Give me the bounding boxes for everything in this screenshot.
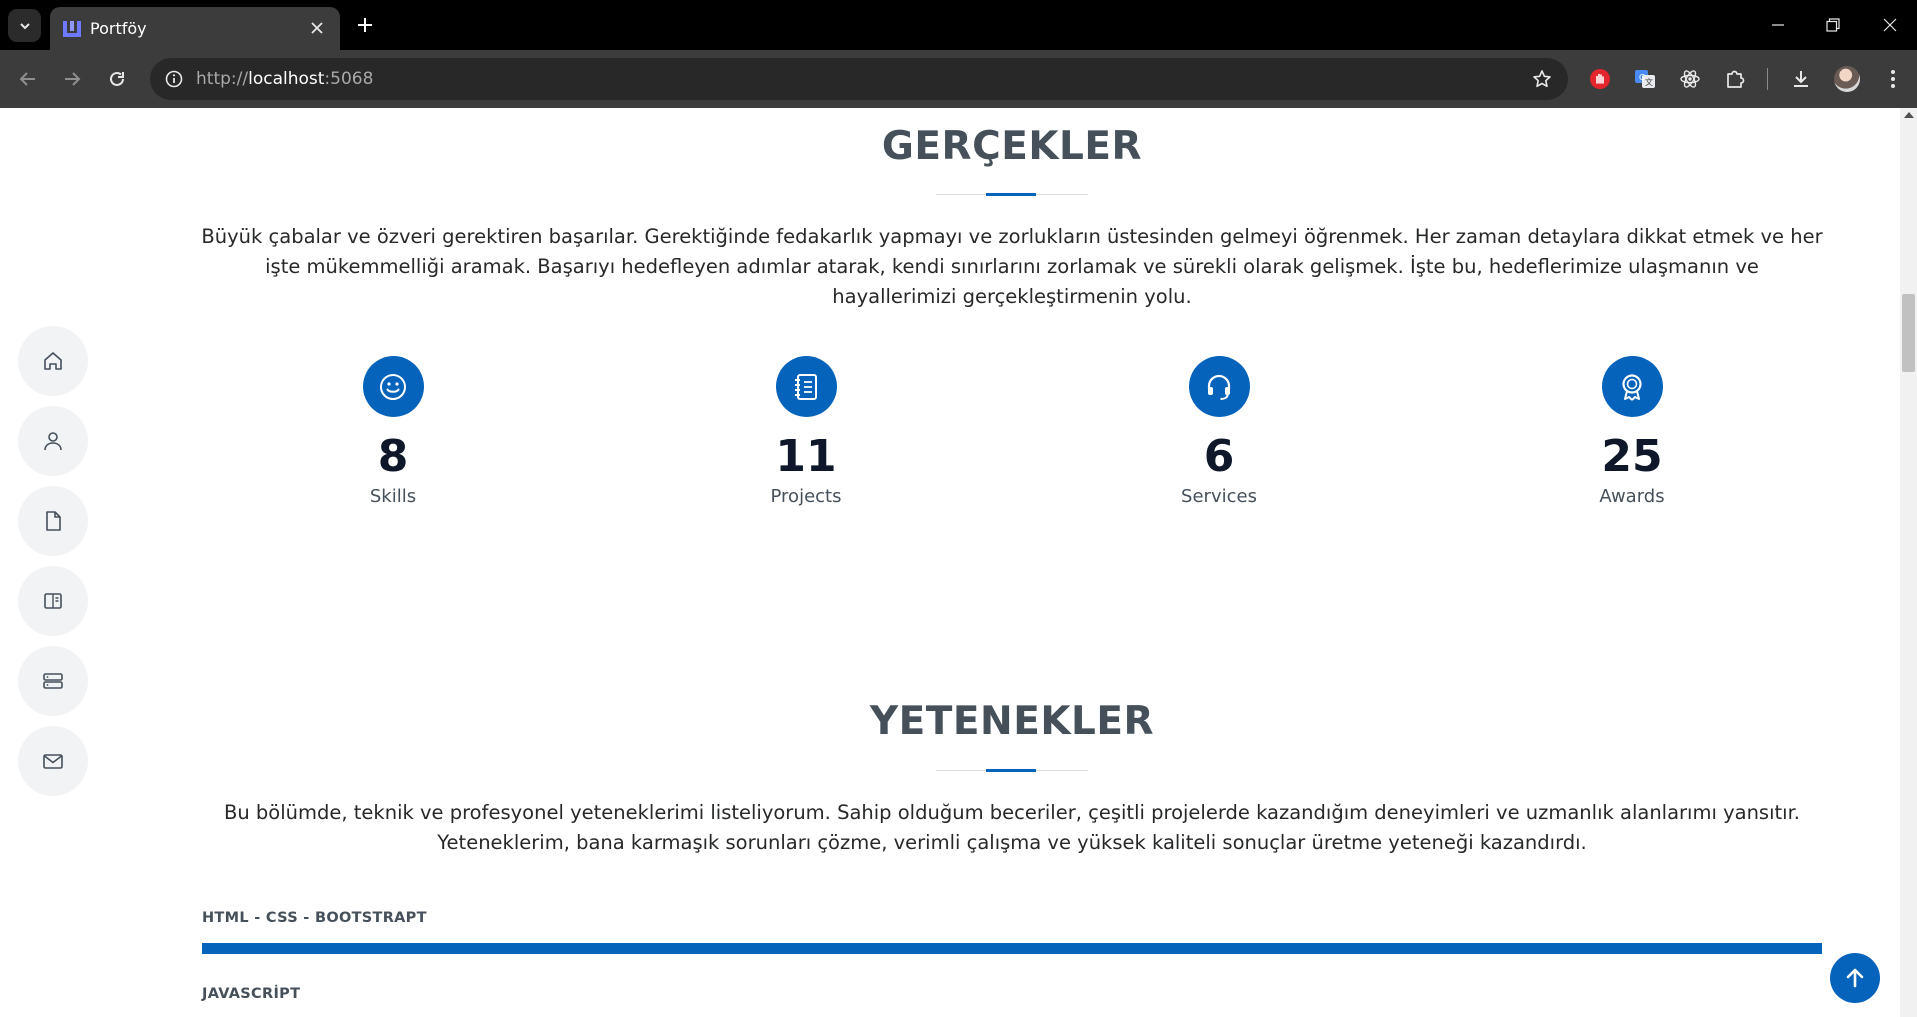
scrollbar[interactable] bbox=[1900, 108, 1917, 1017]
atom-icon bbox=[1680, 70, 1700, 88]
skills-section-title: YETENEKLER bbox=[869, 699, 1155, 744]
award-icon bbox=[1622, 373, 1642, 401]
fact-number: 6 bbox=[1203, 431, 1235, 482]
star-icon bbox=[1533, 70, 1551, 88]
reload-icon bbox=[110, 71, 124, 86]
browser-toolbar: http://localhost:5068 G文 bbox=[0, 50, 1917, 108]
svg-text:文: 文 bbox=[1645, 77, 1653, 87]
restore-icon bbox=[1826, 18, 1840, 32]
tab-title: Portföy bbox=[90, 19, 147, 38]
file-icon bbox=[46, 511, 61, 531]
fact-icon-circle bbox=[362, 356, 424, 417]
fact-label: Services bbox=[1181, 486, 1257, 507]
fact-card-services: 6 Services bbox=[1099, 356, 1339, 507]
scroll-up-arrow-icon[interactable] bbox=[1904, 112, 1914, 118]
skills-description: Bu bölümde, teknik ve profesyonel yetene… bbox=[223, 801, 1800, 854]
nav-resume-button[interactable] bbox=[18, 486, 88, 556]
translate-icon: G文 bbox=[1635, 70, 1655, 88]
close-window-button[interactable] bbox=[1870, 10, 1910, 40]
title-accent-bar bbox=[986, 769, 1036, 772]
journal-icon bbox=[795, 373, 817, 400]
fact-card-awards: 25 Awards bbox=[1512, 356, 1752, 507]
skill-name: HTML - CSS - BOOTSTRAPT bbox=[202, 910, 427, 926]
fact-number: 11 bbox=[775, 431, 837, 482]
fact-card-skills: 8 Skills bbox=[273, 356, 513, 507]
fact-icon-circle bbox=[775, 356, 837, 417]
close-tab-button[interactable] bbox=[306, 17, 328, 39]
restore-window-button[interactable] bbox=[1813, 10, 1853, 40]
plus-icon bbox=[358, 18, 372, 32]
mail-icon bbox=[43, 754, 63, 769]
skill-progress-bar bbox=[202, 943, 1822, 954]
react-devtools-extension-button[interactable] bbox=[1674, 63, 1706, 95]
address-bar[interactable]: http://localhost:5068 bbox=[150, 58, 1568, 100]
fact-icon-circle bbox=[1188, 356, 1250, 417]
skill-progress-track bbox=[202, 943, 1822, 954]
url-text: http://localhost:5068 bbox=[196, 69, 374, 89]
nav-home-button[interactable] bbox=[18, 326, 88, 396]
minimize-icon bbox=[1772, 24, 1784, 26]
browser-tab[interactable]: Portföy bbox=[50, 7, 340, 50]
arrow-left-icon bbox=[19, 72, 35, 86]
translate-extension-button[interactable]: G文 bbox=[1629, 63, 1661, 95]
home-icon bbox=[44, 352, 62, 370]
title-accent-bar bbox=[986, 193, 1036, 196]
chevron-down-icon bbox=[19, 22, 30, 29]
fact-number: 25 bbox=[1601, 431, 1663, 482]
more-vertical-icon bbox=[1891, 70, 1895, 88]
nav-about-button[interactable] bbox=[18, 406, 88, 476]
skill-name: JAVASCRİPT bbox=[202, 986, 301, 1002]
facts-description: Büyük çabalar ve özveri gerektiren başar… bbox=[201, 225, 1823, 308]
book-icon bbox=[44, 593, 62, 609]
browser-menu-button[interactable] bbox=[1877, 63, 1909, 95]
puzzle-icon bbox=[1727, 70, 1745, 88]
site-logo-icon bbox=[63, 21, 81, 37]
facts-section-title: GERÇEKLER bbox=[881, 124, 1143, 169]
adblock-extension-button[interactable] bbox=[1584, 63, 1616, 95]
bookmark-button[interactable] bbox=[1530, 67, 1554, 91]
toolbar-separator bbox=[1767, 68, 1768, 90]
new-tab-button[interactable] bbox=[352, 12, 378, 38]
nav-portfolio-button[interactable] bbox=[18, 566, 88, 636]
smile-icon bbox=[380, 373, 406, 400]
arrow-right-icon bbox=[65, 72, 81, 86]
fact-card-projects: 11 Projects bbox=[686, 356, 926, 507]
fact-number: 8 bbox=[377, 431, 409, 482]
scrollbar-thumb[interactable] bbox=[1902, 294, 1915, 372]
tab-search-button[interactable] bbox=[8, 9, 41, 42]
headset-icon bbox=[1207, 374, 1231, 400]
back-button[interactable] bbox=[12, 63, 44, 95]
fact-label: Skills bbox=[369, 486, 417, 507]
info-icon bbox=[165, 70, 183, 88]
page-viewport: GERÇEKLER Büyük çabalar ve özveri gerekt… bbox=[0, 108, 1917, 1017]
fact-label: Awards bbox=[1599, 486, 1665, 507]
site-info-button[interactable] bbox=[162, 67, 186, 91]
extensions-button[interactable] bbox=[1719, 63, 1751, 95]
download-icon bbox=[1794, 71, 1808, 87]
fact-label: Projects bbox=[770, 486, 842, 507]
close-icon bbox=[311, 22, 323, 34]
minimize-window-button[interactable] bbox=[1758, 10, 1798, 40]
arrow-up-icon bbox=[1846, 968, 1864, 988]
user-icon bbox=[44, 432, 62, 451]
hand-stop-icon bbox=[1590, 69, 1610, 89]
reload-button[interactable] bbox=[101, 63, 133, 95]
fact-icon-circle bbox=[1601, 356, 1663, 417]
profile-avatar[interactable] bbox=[1834, 66, 1860, 92]
close-icon bbox=[1883, 18, 1897, 32]
forward-button[interactable] bbox=[56, 63, 88, 95]
back-to-top-button[interactable] bbox=[1830, 953, 1880, 1003]
downloads-button[interactable] bbox=[1785, 63, 1817, 95]
server-icon bbox=[43, 673, 63, 689]
browser-tab-strip: Portföy bbox=[0, 0, 1917, 50]
